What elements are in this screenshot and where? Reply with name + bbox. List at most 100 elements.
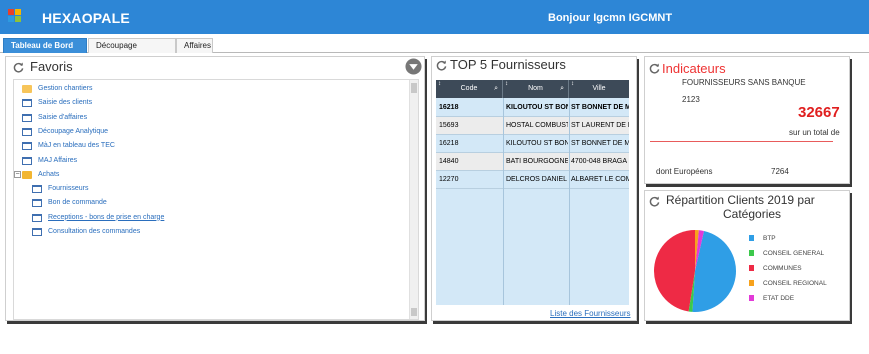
tree-item-label[interactable]: Gestion chantiers: [38, 82, 92, 96]
total-label: sur un total de: [789, 128, 840, 137]
pie-legend: BTP CONSEIL GENERAL COMMUNES CONSEIL REGION…: [749, 234, 844, 314]
cell-nom: DELCROS DANIEL: [506, 176, 568, 183]
indicateur-count: 2123: [682, 95, 700, 104]
window-icon: [32, 228, 42, 236]
tree-item-label[interactable]: MAJ Affaires: [38, 154, 77, 168]
column-header-ville[interactable]: Ville ↕: [569, 80, 629, 98]
tree-item[interactable]: MàJ en tableau des TEC: [14, 139, 404, 153]
collapse-icon[interactable]: −: [14, 170, 21, 178]
app-logo-icon: [8, 9, 22, 23]
window-icon: [22, 99, 32, 108]
tab-tableau-de-bord[interactable]: Tableau de Bord: [3, 38, 87, 53]
tree-item-label[interactable]: Achats: [38, 168, 59, 182]
tab-decoupage-analytique[interactable]: Découpage Analytique: [88, 38, 176, 64]
tree-item-label[interactable]: Découpage Analytique: [38, 125, 108, 139]
refresh-icon[interactable]: [436, 60, 447, 71]
cell-nom: HOSTAL COMBUSTIE: [506, 122, 568, 129]
refresh-icon[interactable]: [649, 63, 660, 74]
window-icon: [32, 185, 42, 194]
favoris-scrollbar[interactable]: [409, 80, 418, 319]
table-header: Code ⌕ ↕ Nom ⌕ ↕ Ville ↕: [436, 80, 629, 98]
cell-nom: BATI BOURGOGNE C: [506, 158, 568, 165]
cell-code: 12270: [439, 176, 459, 183]
favoris-title: Favoris: [30, 59, 73, 74]
sort-icon[interactable]: ↕: [438, 80, 441, 93]
tree-item-label[interactable]: Saisie d'affaires: [38, 111, 87, 125]
app-header: HEXAOPALE Bonjour Igcmn IGCMNT: [0, 0, 869, 34]
tree-item[interactable]: Saisie d'affaires: [14, 111, 404, 125]
liste-fournisseurs-link[interactable]: Liste des Fournisseurs: [550, 309, 630, 318]
cell-ville: ST BONNET DE MU: [571, 140, 629, 147]
window-icon: [22, 113, 32, 122]
window-icon: [32, 213, 42, 222]
cell-ville: ALBARET LE COMT: [571, 176, 629, 183]
column-header-nom[interactable]: Nom ⌕ ↕: [503, 80, 569, 98]
tree-item[interactable]: Saisie des clients: [14, 96, 404, 110]
legend-label: BTP: [763, 235, 776, 242]
table-row[interactable]: 14840 BATI BOURGOGNE C4700-048 BRAGA: [436, 153, 629, 171]
tree-item-label[interactable]: Fournisseurs: [48, 182, 88, 196]
folder-icon: [22, 170, 32, 179]
tree-item[interactable]: Receptions - bons de prise en charge: [14, 211, 404, 225]
indicateurs-title: Indicateurs: [662, 61, 726, 76]
tree-item-label[interactable]: Bon de commande: [48, 196, 107, 210]
window-icon: [22, 127, 32, 136]
tree-item[interactable]: − Achats: [14, 168, 404, 182]
cell-code: 16218: [439, 104, 459, 111]
divider-line: [650, 141, 833, 142]
tree-item-label[interactable]: Saisie des clients: [38, 96, 92, 110]
sort-icon[interactable]: ↕: [505, 80, 508, 93]
indicateur-label: FOURNISSEURS SANS BANQUE: [682, 78, 806, 87]
tree-item[interactable]: Gestion chantiers: [14, 82, 404, 96]
refresh-icon[interactable]: [649, 196, 660, 207]
legend-label: CONSEIL GENERAL: [763, 250, 825, 257]
refresh-icon[interactable]: [13, 62, 24, 73]
europeens-label: dont Européens: [656, 167, 713, 176]
repartition-title-line1: Répartition Clients 2019 par: [666, 193, 815, 207]
tab-bar: Tableau de Bord Découpage Analytique Aff…: [0, 38, 869, 64]
search-icon[interactable]: ⌕: [494, 80, 498, 98]
table-row[interactable]: 15693 HOSTAL COMBUSTIEST LAURENT DE MI: [436, 117, 629, 135]
tree-item[interactable]: Fournisseurs: [14, 182, 404, 196]
scroll-up-icon[interactable]: [411, 83, 417, 93]
indicateur-big-value: 32667: [798, 104, 840, 121]
legend-swatch: [749, 235, 754, 241]
legend-swatch: [749, 250, 754, 256]
table-row[interactable]: 16218 KILOUTOU ST BONNST BONNET DE MU: [436, 99, 629, 117]
cell-ville: ST LAURENT DE MI: [571, 122, 629, 129]
tree-item[interactable]: Bon de commande: [14, 196, 404, 210]
repartition-title-line2: Catégories: [723, 207, 782, 221]
cell-code: 16218: [439, 140, 459, 147]
legend-swatch: [749, 295, 754, 301]
cell-ville: ST BONNET DE MU: [571, 104, 629, 111]
legend-label: CONSEIL REGIONAL: [763, 280, 827, 287]
column-divider: [569, 98, 570, 305]
tree-item-label[interactable]: Consultation des commandes: [48, 225, 140, 239]
tree-item[interactable]: Consultation des commandes: [14, 225, 404, 239]
search-icon[interactable]: ⌕: [560, 80, 564, 98]
table-row[interactable]: 12270 DELCROS DANIELALBARET LE COMT: [436, 171, 629, 189]
scroll-down-icon[interactable]: [411, 308, 417, 316]
table-row[interactable]: 16218 KILOUTOU ST BONNST BONNET DE MU: [436, 135, 629, 153]
tree-item[interactable]: MAJ Affaires: [14, 154, 404, 168]
pie-chart: [654, 230, 736, 312]
folder-open-icon: [22, 85, 32, 93]
pie-slice-communes[interactable]: [654, 230, 696, 312]
legend-swatch: [749, 265, 754, 271]
tree-item[interactable]: Découpage Analytique: [14, 125, 404, 139]
tree-item-label[interactable]: Receptions - bons de prise en charge: [48, 211, 164, 225]
cell-nom: KILOUTOU ST BONN: [506, 104, 568, 111]
tree-item-label[interactable]: MàJ en tableau des TEC: [38, 139, 115, 153]
window-icon: [32, 199, 42, 208]
sort-icon[interactable]: ↕: [571, 80, 574, 93]
cell-code: 14840: [439, 158, 459, 165]
column-header-code[interactable]: Code ⌕ ↕: [436, 80, 503, 98]
window-icon: [22, 142, 32, 151]
top5-title: TOP 5 Fournisseurs: [450, 57, 566, 72]
legend-label: COMMUNES: [763, 265, 802, 272]
tab-affaires[interactable]: Affaires: [176, 38, 213, 53]
app-title: HEXAOPALE: [42, 10, 130, 26]
user-greeting: Bonjour Igcmn IGCMNT: [548, 12, 673, 24]
column-divider: [503, 98, 504, 305]
dropdown-circle-icon[interactable]: [405, 58, 422, 75]
